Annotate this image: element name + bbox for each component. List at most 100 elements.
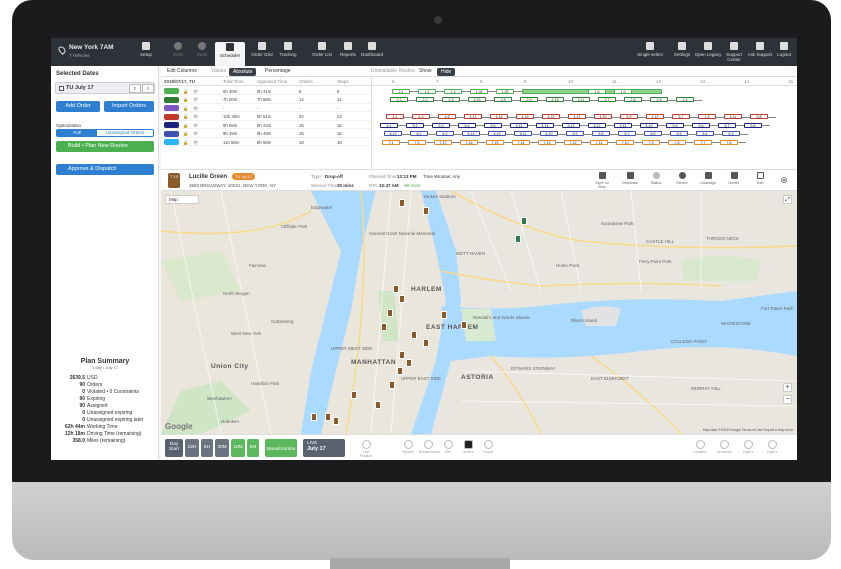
range-10m[interactable]: 10M [231, 439, 245, 457]
stop-segment[interactable]: 1.3 [444, 88, 462, 94]
stop-segment[interactable]: 4.6 [438, 114, 456, 119]
stop-segment[interactable]: 7.15 [486, 139, 504, 145]
stop-segment[interactable]: 5.9 [666, 122, 684, 128]
col-orders[interactable]: Orders [299, 79, 313, 84]
duplicate-button[interactable]: Duplicate [619, 172, 641, 190]
range-12h[interactable]: 12H [185, 439, 199, 457]
geo-tool[interactable]: Geo [439, 440, 457, 454]
status-button[interactable]: Status [645, 172, 667, 190]
lock-icon[interactable]: 🔒 [183, 89, 188, 95]
map-type-select[interactable]: Map [165, 195, 199, 204]
order-marker-icon[interactable] [375, 401, 381, 409]
stop-segment[interactable]: 2.4 [676, 97, 694, 102]
nav-scheduler[interactable]: Scheduler [215, 42, 245, 66]
show-toggle[interactable]: Show [419, 68, 432, 74]
stop-segment[interactable]: 5.7 [718, 122, 736, 128]
stop-segment[interactable]: 1.04 [470, 88, 488, 94]
stop-segment[interactable]: 5.8 [744, 122, 762, 128]
gantt-row[interactable]: 2.11.21.31.041.251.221.61.9 [372, 87, 797, 95]
order-marker-icon[interactable] [406, 359, 412, 367]
revert-button[interactable]: Revert [671, 172, 693, 190]
stop-segment[interactable]: 2.23 [468, 97, 486, 102]
import-orders-button[interactable]: Import Orders [104, 101, 154, 112]
next-date-button[interactable]: › [142, 84, 154, 93]
breadcrumbs-tool[interactable]: Breadcrumbs [419, 440, 440, 454]
order-marker-icon[interactable] [461, 321, 467, 329]
unassign-button[interactable]: Unassign [697, 172, 719, 190]
nav-tracking[interactable]: Tracking [273, 41, 303, 63]
stop-segment[interactable]: 6.1 [410, 131, 428, 136]
stop-segment[interactable]: 7.3 [408, 139, 426, 145]
stop-segment[interactable]: 7.1 [382, 139, 400, 145]
order-marker-icon[interactable] [399, 295, 405, 303]
stop-segment[interactable]: 1.9 [614, 88, 632, 94]
stop-segment[interactable]: 1.9 [698, 114, 716, 119]
gantt-row[interactable]: 6.13 6.1 6.2 6.14 6.13 6.11 6.10 6.9 6.8 6.7 6.6 6.… [372, 130, 797, 138]
gantt-row[interactable]: 2.2 2.2 2.3 2.23 2.8 2.9 2.19 2.11 2.7 2.6 2.5 2.4 [372, 96, 797, 104]
stop-segment[interactable]: 2.2 [390, 97, 408, 102]
stop-segment[interactable]: 4.1 [386, 114, 404, 119]
stop-segment[interactable]: 6.5 [670, 131, 688, 136]
gantt-row[interactable]: 7.1 7.3 7.17 7.16 7.15 7.14 7.13 7.12 7.11 7.10 7.… [372, 138, 797, 146]
lock-icon[interactable]: 🔒 [183, 97, 188, 103]
map-footer[interactable]: Map data ©2018 Google Terms of Use Repor… [703, 428, 793, 432]
stop-segment[interactable]: 7.11 [590, 139, 608, 145]
route-color-swatch[interactable] [164, 130, 179, 137]
eye-icon[interactable]: 👁 [193, 89, 198, 95]
zoom-out-button[interactable]: − [783, 395, 792, 404]
stop-segment[interactable]: 2.3 [442, 97, 460, 102]
edit-columns-button[interactable]: Edit Columns [167, 68, 197, 74]
order-marker-icon[interactable] [311, 413, 317, 421]
edit-button[interactable]: Edit [749, 172, 771, 190]
stop-segment[interactable]: 4.13 [464, 114, 482, 119]
nav-single-select[interactable]: Single select [635, 41, 665, 63]
stop-segment[interactable]: 5.5 [484, 122, 502, 128]
route-color-swatch[interactable] [164, 113, 179, 120]
route-color-swatch[interactable] [164, 139, 179, 145]
range-30m[interactable]: 30M [215, 439, 229, 457]
route-color-swatch[interactable] [164, 96, 179, 103]
stop-segment[interactable]: 2.19 [546, 97, 564, 102]
lock-icon[interactable]: 🔒 [183, 106, 188, 112]
gantt-row[interactable]: 5.1 5.2 5.3 5.4 5.5 5.11 5.14 5.13 5.12 5.11 5.10 5… [372, 121, 797, 129]
stop-segment[interactable]: 5.10 [640, 122, 658, 128]
service-tool[interactable]: Service [399, 440, 417, 454]
stop-segment[interactable]: 5.14 [536, 122, 554, 128]
stop-segment[interactable]: 5.11 [724, 114, 742, 119]
percentage-toggle[interactable]: Percentage [265, 68, 291, 74]
stop-segment[interactable]: 7.9 [642, 139, 660, 145]
stop-segment[interactable]: 5.8 [750, 114, 768, 119]
absolute-toggle[interactable]: Absolute [229, 68, 257, 76]
stop-segment[interactable]: 5.11 [614, 122, 632, 128]
table-row[interactable]: 🔒 👁 6h 30m 9h 41m 8 8 [161, 87, 371, 95]
style-on-map-button[interactable]: Style on Map [591, 172, 613, 190]
table-row[interactable]: 🔒 👁 9h 56m 9h 22m 15 15 [161, 121, 371, 129]
stop-segment[interactable]: 1.6 [588, 88, 606, 94]
layers-tool[interactable]: Layers [739, 440, 757, 454]
stop-segment[interactable]: 1.2 [418, 88, 436, 94]
stop-segment[interactable]: 1.25 [496, 88, 514, 94]
zoom-in-button[interactable]: + [783, 383, 792, 392]
order-marker-icon[interactable] [399, 351, 405, 359]
breadcrumbs-button[interactable]: Breadcrumbs [265, 439, 297, 457]
stop-segment[interactable]: 6.4 [696, 131, 714, 136]
table-row[interactable]: 🔒 👁 7h 00m 7h 58m 12 12 [161, 96, 371, 104]
stop-segment[interactable]: 6.13 [488, 131, 506, 136]
stop-segment[interactable]: 7.6 [720, 139, 738, 145]
stop-segment[interactable]: 4.9 [620, 114, 638, 119]
stop-segment[interactable]: 5.13 [562, 122, 580, 128]
stop-segment[interactable]: 2.1 [392, 88, 410, 94]
order-marker-icon[interactable] [423, 207, 429, 215]
hide-toggle[interactable]: Hide [437, 68, 456, 76]
date-selector[interactable]: TU July 17 ‹ › [55, 82, 155, 94]
stop-segment[interactable]: 4.14 [490, 114, 508, 119]
order-marker-icon[interactable] [381, 323, 387, 331]
order-marker-icon[interactable] [389, 381, 395, 389]
range-5m[interactable]: 5M [247, 439, 259, 457]
eye-icon[interactable]: 👁 [193, 131, 198, 137]
stop-segment[interactable]: 2.8 [494, 97, 512, 102]
stop-segment[interactable]: 2.2 [416, 97, 434, 102]
route-color-swatch[interactable] [164, 88, 179, 94]
stop-segment[interactable]: 5.7 [672, 114, 690, 119]
build-routes-button[interactable]: Build • Plan New Routes [56, 141, 154, 152]
